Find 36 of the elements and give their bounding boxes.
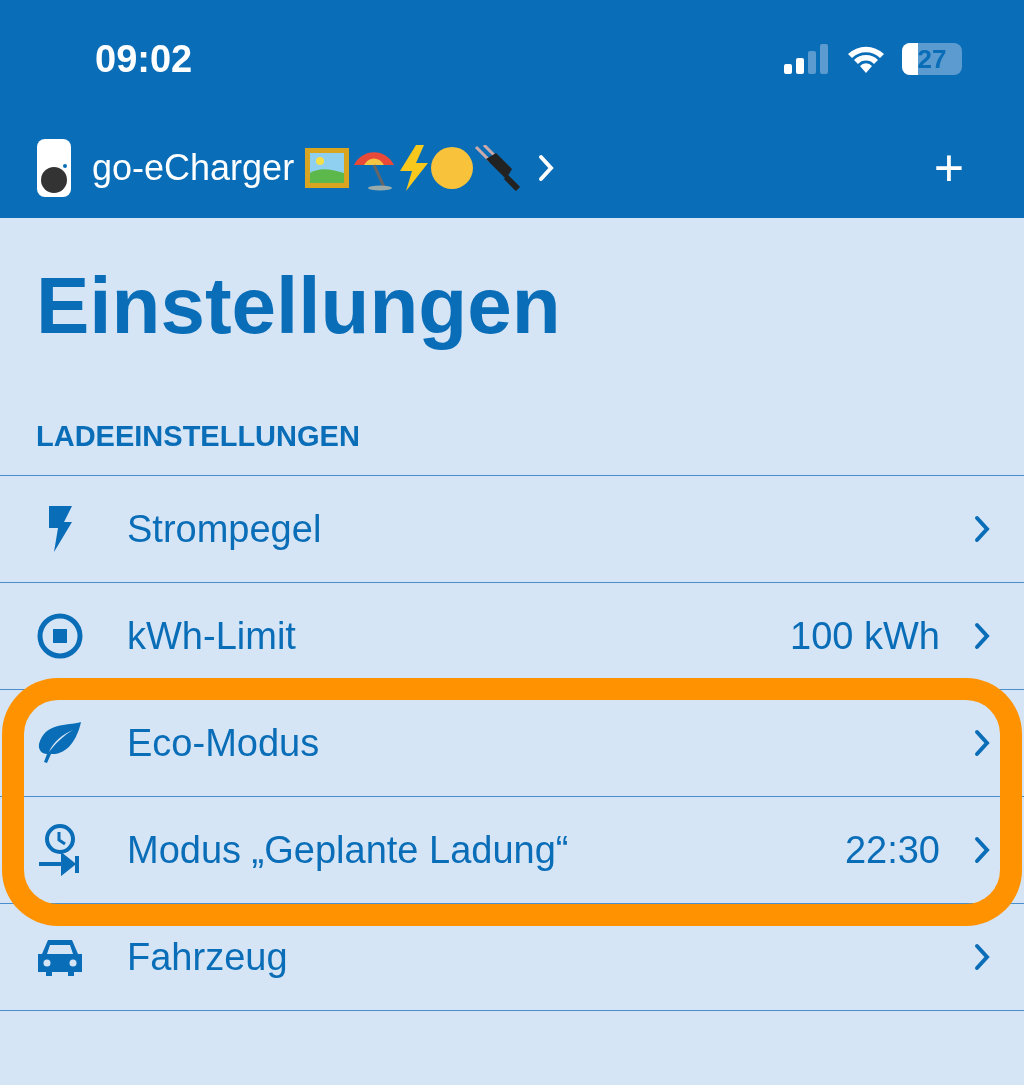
picture-frame-icon — [304, 147, 351, 189]
settings-row[interactable]: Fahrzeug — [0, 904, 1024, 1011]
settings-row[interactable]: kWh-Limit 100 kWh — [0, 583, 1024, 690]
row-value: 22:30 — [844, 827, 940, 873]
chevron-right-icon[interactable] — [538, 154, 555, 182]
settings-row[interactable]: Strompegel — [0, 476, 1024, 583]
stop-circle-icon — [36, 613, 83, 659]
row-label: Strompegel — [127, 506, 322, 552]
lightning-icon — [398, 145, 431, 191]
plug-icon — [474, 145, 521, 191]
car-icon — [37, 938, 82, 976]
row-value: 100 kWh — [790, 613, 940, 659]
lightning-icon — [46, 506, 73, 552]
status-time: 09:02 — [95, 36, 193, 82]
chevron-right-icon — [974, 622, 990, 650]
leaf-icon — [36, 722, 83, 764]
row-label: Fahrzeug — [127, 934, 288, 980]
chevron-right-icon — [974, 836, 990, 864]
chevron-right-icon — [974, 943, 990, 971]
charger-icon — [36, 138, 72, 198]
row-label: Modus „Geplante Ladung“ — [127, 827, 569, 873]
section-header: LADEEINSTELLUNGEN — [35, 419, 361, 454]
settings-row[interactable]: Eco-Modus — [0, 690, 1024, 797]
settings-row[interactable]: Modus „Geplante Ladung“ 22:30 — [0, 797, 1024, 904]
emoji-icon — [430, 146, 475, 190]
battery-indicator: 27 — [902, 43, 962, 75]
wifi-icon — [846, 44, 886, 74]
chevron-right-icon — [974, 729, 990, 757]
chevron-right-icon — [974, 515, 990, 543]
clock-arrow-icon — [38, 824, 81, 876]
row-label: kWh-Limit — [127, 613, 296, 659]
row-label: Eco-Modus — [127, 720, 320, 766]
page-title: Einstellungen — [35, 260, 562, 352]
add-button[interactable]: + — [933, 142, 964, 194]
signal-icon — [784, 44, 830, 74]
device-name[interactable]: go-eCharger — [92, 141, 295, 195]
